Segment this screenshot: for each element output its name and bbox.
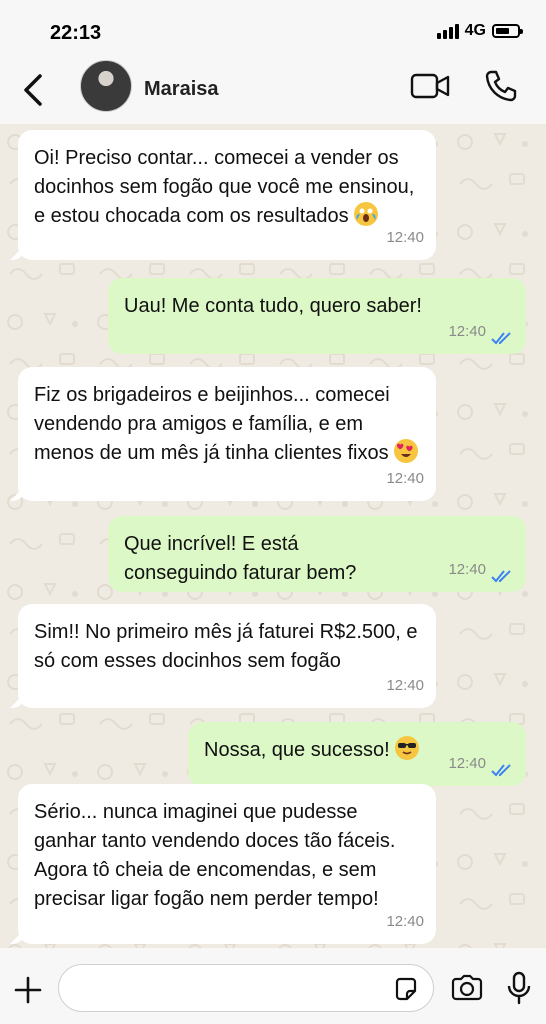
sunglasses-emoji xyxy=(395,736,420,760)
contact-name[interactable]: Maraisa xyxy=(144,78,219,101)
back-arrow-icon[interactable] xyxy=(18,70,50,110)
message-time: 12:40 xyxy=(386,470,424,487)
status-bar: 22:13 4G xyxy=(0,0,546,60)
message-time: 12:40 xyxy=(448,561,486,578)
message-time: 12:40 xyxy=(386,677,424,694)
message-text: Sério... nunca imaginei que pudesse ganh… xyxy=(34,801,396,910)
message-time: 12:40 xyxy=(386,229,424,246)
composer-bar xyxy=(0,948,546,1024)
message-bubble-outgoing[interactable]: Uau! Me conta tudo, quero saber! 12:40 xyxy=(108,278,526,354)
read-receipt-icon xyxy=(491,570,511,583)
battery-icon xyxy=(492,24,523,38)
microphone-icon[interactable] xyxy=(506,970,532,1006)
message-text: Fiz os brigadeiros e beijinhos... comece… xyxy=(34,384,390,464)
phone-call-icon[interactable] xyxy=(484,69,518,103)
message-bubble-outgoing[interactable]: Nossa, que sucesso! 12:40 xyxy=(188,722,526,786)
chat-header: Maraisa xyxy=(0,60,546,124)
message-text: Uau! Me conta tudo, quero saber! xyxy=(124,295,422,317)
message-input-box[interactable] xyxy=(58,964,434,1012)
message-bubble-incoming[interactable]: Sim!! No primeiro mês já faturei R$2.500… xyxy=(18,604,436,708)
avatar[interactable] xyxy=(80,60,132,112)
video-call-icon[interactable] xyxy=(410,72,450,100)
read-receipt-icon xyxy=(491,332,511,345)
chat-area[interactable]: Oi! Preciso contar... comecei a vender o… xyxy=(0,124,546,948)
sticker-icon[interactable] xyxy=(393,976,419,1002)
message-text: Nossa, que sucesso! xyxy=(204,739,390,761)
plus-icon[interactable] xyxy=(12,974,44,1006)
screaming-face-emoji xyxy=(354,202,379,226)
heart-eyes-emoji xyxy=(394,439,419,463)
message-time: 12:40 xyxy=(448,323,486,340)
message-bubble-incoming[interactable]: Fiz os brigadeiros e beijinhos... comece… xyxy=(18,367,436,501)
message-bubble-incoming[interactable]: Sério... nunca imaginei que pudesse ganh… xyxy=(18,784,436,944)
message-bubble-incoming[interactable]: Oi! Preciso contar... comecei a vender o… xyxy=(18,130,436,260)
message-text: Sim!! No primeiro mês já faturei R$2.500… xyxy=(34,621,418,672)
message-input[interactable] xyxy=(75,965,379,1011)
network-type: 4G xyxy=(464,22,486,39)
status-indicators: 4G xyxy=(436,22,523,40)
message-bubble-outgoing[interactable]: Que incrível! E está conseguindo faturar… xyxy=(108,516,526,592)
camera-icon[interactable] xyxy=(450,974,484,1002)
read-receipt-icon xyxy=(491,764,511,777)
signal-icon xyxy=(436,23,459,39)
status-time: 22:13 xyxy=(50,22,102,44)
message-time: 12:40 xyxy=(448,755,486,772)
message-text: Que incrível! E está conseguindo faturar… xyxy=(124,533,357,584)
message-time: 12:40 xyxy=(386,913,424,930)
